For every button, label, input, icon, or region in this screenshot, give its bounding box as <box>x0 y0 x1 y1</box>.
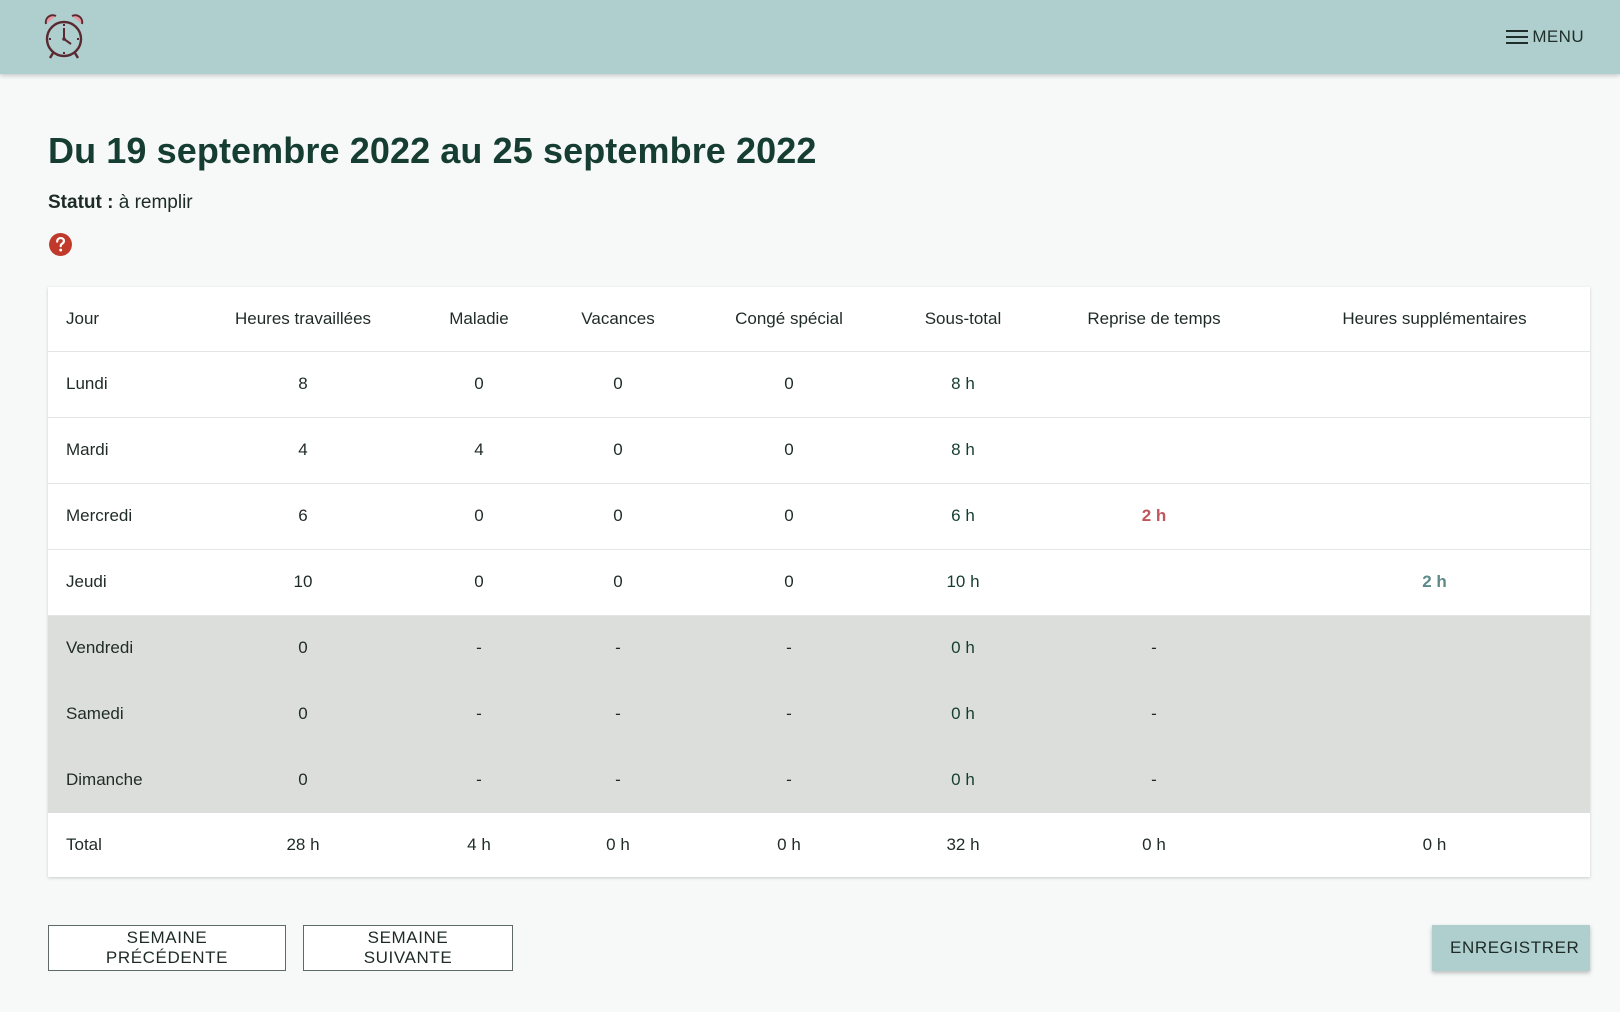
sick-hours-input[interactable]: 0 <box>403 483 555 550</box>
subtotal-cell: 6 h <box>897 483 1029 550</box>
sick-hours-cell: - <box>403 681 555 747</box>
time-recovery-cell <box>1029 417 1279 484</box>
column-header-reprise-de-temps: Reprise de temps <box>1029 287 1279 352</box>
status-label: Statut : <box>48 192 114 213</box>
special-leave-input[interactable]: 0 <box>681 483 897 550</box>
table-row-inactive: Vendredi 0 - - - 0 h - <box>48 615 1590 681</box>
subtotal-cell: 0 h <box>897 747 1029 813</box>
column-header-heures-travaillees: Heures travaillées <box>203 287 403 352</box>
worked-hours-input[interactable]: 4 <box>203 417 403 484</box>
worked-hours-input[interactable]: 0 <box>203 681 403 747</box>
next-week-button[interactable]: SEMAINE SUIVANTE <box>303 925 513 971</box>
timesheet-table: Jour Heures travaillées Maladie Vacances… <box>48 287 1590 877</box>
time-recovery-cell <box>1029 351 1279 418</box>
total-sick: 4 h <box>467 835 491 854</box>
vacation-hours-input[interactable]: 0 <box>555 417 681 484</box>
column-header-conge-special: Congé spécial <box>681 287 897 352</box>
worked-hours-input[interactable]: 6 <box>203 483 403 550</box>
total-special: 0 h <box>777 835 801 854</box>
day-cell: Jeudi <box>48 549 203 616</box>
timesheet-card: Jour Heures travaillées Maladie Vacances… <box>48 287 1590 877</box>
day-cell: Dimanche <box>48 747 203 813</box>
special-leave-cell: - <box>681 681 897 747</box>
special-leave-cell: - <box>681 747 897 813</box>
vacation-hours-input[interactable]: 0 <box>555 483 681 550</box>
special-leave-cell: - <box>681 615 897 681</box>
sick-hours-input[interactable]: 0 <box>403 351 555 418</box>
day-cell: Mardi <box>48 417 203 484</box>
menu-label: MENU <box>1532 27 1584 46</box>
overtime-cell: 2 h <box>1279 549 1590 616</box>
worked-hours-input[interactable]: 10 <box>203 549 403 616</box>
vacation-hours-cell: - <box>555 747 681 813</box>
table-row: Jeudi 10 0 0 0 10 h 2 h <box>48 549 1590 616</box>
sick-hours-input[interactable]: 4 <box>403 417 555 484</box>
subtotal-cell: 10 h <box>897 549 1029 616</box>
total-reprise: 0 h <box>1142 835 1166 854</box>
worked-hours-input[interactable]: 8 <box>203 351 403 418</box>
subtotal-cell: 8 h <box>897 417 1029 484</box>
overtime-cell <box>1279 681 1590 747</box>
column-header-jour: Jour <box>48 287 203 352</box>
overtime-cell <box>1279 417 1590 484</box>
column-header-sous-total: Sous-total <box>897 287 1029 352</box>
time-recovery-cell: - <box>1029 747 1279 813</box>
day-cell: Mercredi <box>48 483 203 550</box>
total-label: Total <box>66 835 102 854</box>
table-total-row: Total 28 h 4 h 0 h 0 h 32 h 0 h 0 h <box>48 813 1590 877</box>
overtime-cell <box>1279 351 1590 418</box>
special-leave-input[interactable]: 0 <box>681 351 897 418</box>
total-vacation: 0 h <box>606 835 630 854</box>
previous-week-button[interactable]: SEMAINE PRÉCÉDENTE <box>48 925 286 971</box>
hamburger-icon <box>1506 29 1529 45</box>
special-leave-input[interactable]: 0 <box>681 549 897 616</box>
overtime-cell <box>1279 747 1590 813</box>
main-content: Du 19 septembre 2022 au 25 septembre 202… <box>48 74 1590 877</box>
time-recovery-cell: - <box>1029 681 1279 747</box>
sick-hours-cell: - <box>403 615 555 681</box>
app-bar: MENU <box>0 0 1620 74</box>
status-line: Statut : à remplir <box>48 192 1590 214</box>
table-row: Lundi 8 0 0 0 8 h <box>48 351 1590 418</box>
sick-hours-input[interactable]: 0 <box>403 549 555 616</box>
special-leave-input[interactable]: 0 <box>681 417 897 484</box>
subtotal-cell: 8 h <box>897 351 1029 418</box>
subtotal-cell: 0 h <box>897 681 1029 747</box>
vacation-hours-cell: - <box>555 681 681 747</box>
table-row-inactive: Dimanche 0 - - - 0 h - <box>48 747 1590 813</box>
column-header-heures-supplementaires: Heures supplémentaires <box>1279 287 1590 352</box>
vacation-hours-input[interactable]: 0 <box>555 351 681 418</box>
day-cell: Lundi <box>48 351 203 418</box>
menu-button[interactable]: MENU <box>1506 27 1584 47</box>
alarm-clock-icon[interactable] <box>42 11 86 63</box>
vacation-hours-cell: - <box>555 615 681 681</box>
total-overtime: 0 h <box>1422 835 1447 854</box>
day-cell: Vendredi <box>48 615 203 681</box>
overtime-cell <box>1279 615 1590 681</box>
sick-hours-cell: - <box>403 747 555 813</box>
total-subtotal: 32 h <box>946 835 980 854</box>
worked-hours-input[interactable]: 0 <box>203 747 403 813</box>
column-header-vacances: Vacances <box>555 287 681 352</box>
table-row: Mardi 4 4 0 0 8 h <box>48 417 1590 484</box>
action-bar: SEMAINE PRÉCÉDENTE SEMAINE SUIVANTE ENRE… <box>48 925 1590 971</box>
help-icon[interactable] <box>48 232 73 257</box>
status-value: à remplir <box>118 192 193 213</box>
total-worked: 28 h <box>286 835 320 854</box>
page-title: Du 19 septembre 2022 au 25 septembre 202… <box>48 130 817 171</box>
column-header-maladie: Maladie <box>403 287 555 352</box>
worked-hours-input[interactable]: 0 <box>203 615 403 681</box>
table-header-row: Jour Heures travaillées Maladie Vacances… <box>48 287 1590 352</box>
overtime-cell <box>1279 483 1590 550</box>
day-cell: Samedi <box>48 681 203 747</box>
time-recovery-cell: 2 h <box>1029 483 1279 550</box>
table-row: Mercredi 6 0 0 0 6 h 2 h <box>48 483 1590 550</box>
table-row-inactive: Samedi 0 - - - 0 h - <box>48 681 1590 747</box>
time-recovery-cell: - <box>1029 615 1279 681</box>
subtotal-cell: 0 h <box>897 615 1029 681</box>
time-recovery-cell <box>1029 549 1279 616</box>
save-button[interactable]: ENREGISTRER <box>1432 925 1590 971</box>
vacation-hours-input[interactable]: 0 <box>555 549 681 616</box>
